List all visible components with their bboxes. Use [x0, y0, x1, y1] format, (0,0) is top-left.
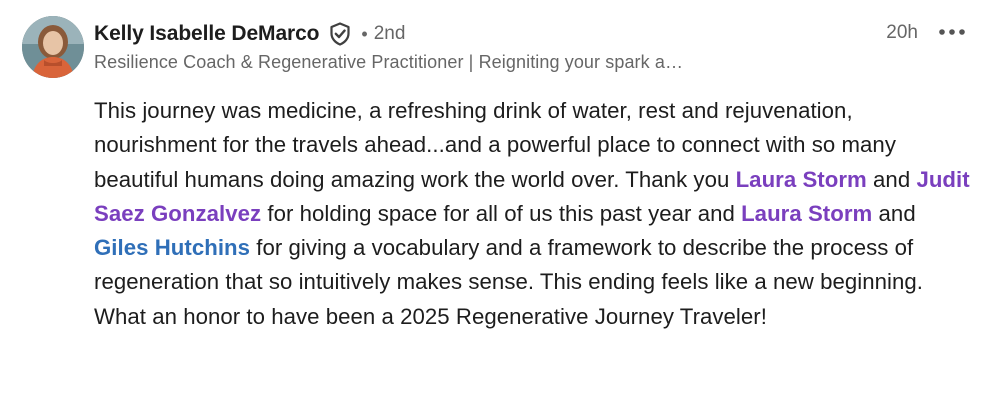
body-text-segment: and — [866, 166, 917, 192]
author-name-row: Kelly Isabelle DeMarco • 2nd — [94, 18, 970, 50]
feed-post: Kelly Isabelle DeMarco • 2nd Resilience … — [0, 0, 990, 400]
mention-laura-storm[interactable]: Laura Storm — [736, 167, 867, 192]
body-text-segment: for holding space for all of us this pas… — [261, 200, 742, 226]
post-timestamp: 20h — [886, 22, 918, 43]
more-horizontal-icon — [939, 29, 965, 35]
author-name[interactable]: Kelly Isabelle DeMarco — [94, 22, 320, 46]
mention-giles-hutchins[interactable]: Giles Hutchins — [94, 235, 250, 260]
post-body-text: This journey was medicine, a refreshing … — [94, 94, 974, 334]
verified-shield-icon — [327, 21, 353, 47]
mention-laura-storm[interactable]: Laura Storm — [741, 201, 872, 226]
body-text-segment: and — [872, 200, 916, 226]
more-options-button[interactable] — [934, 16, 970, 48]
avatar-portrait-icon — [22, 16, 84, 78]
degree-separator: • — [361, 23, 368, 44]
author-headline: Resilience Coach & Regenerative Practiti… — [94, 52, 684, 72]
post-header: Kelly Isabelle DeMarco • 2nd Resilience … — [94, 18, 970, 78]
connection-degree: 2nd — [373, 23, 406, 44]
author-avatar[interactable] — [22, 16, 84, 78]
